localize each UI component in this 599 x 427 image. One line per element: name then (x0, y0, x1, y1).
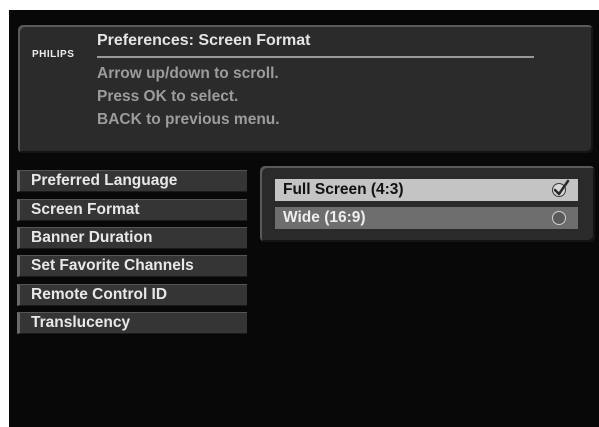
option-full-screen[interactable]: Full Screen (4:3) (275, 179, 578, 201)
radio-empty-icon (552, 211, 566, 225)
instruction-back: BACK to previous menu. (97, 111, 280, 128)
instruction-select: Press OK to select. (97, 88, 239, 105)
menu-item-translucency[interactable]: Translucency (17, 312, 247, 334)
menu-item-preferred-language[interactable]: Preferred Language (17, 170, 247, 192)
tv-screen: PHILIPS Preferences: Screen Format Arrow… (9, 10, 599, 427)
checkmark-icon (552, 179, 570, 197)
option-wide[interactable]: Wide (16:9) (275, 207, 578, 229)
options-panel: Full Screen (4:3) Wide (16:9) (260, 166, 595, 242)
page-title: Preferences: Screen Format (97, 32, 311, 49)
menu-item-screen-format[interactable]: Screen Format (17, 199, 247, 221)
menu-item-remote-control-id[interactable]: Remote Control ID (17, 284, 247, 306)
option-label: Full Screen (4:3) (283, 181, 404, 198)
title-divider (97, 56, 534, 58)
brand-logo: PHILIPS (32, 49, 75, 60)
menu-item-banner-duration[interactable]: Banner Duration (17, 227, 247, 249)
option-label: Wide (16:9) (283, 209, 366, 226)
menu-item-set-favorite-channels[interactable]: Set Favorite Channels (17, 255, 247, 277)
instruction-scroll: Arrow up/down to scroll. (97, 65, 279, 82)
